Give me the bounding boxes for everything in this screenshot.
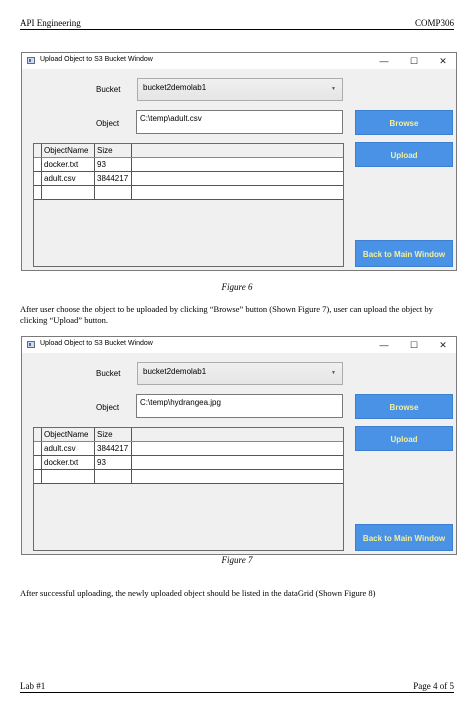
table-row[interactable]: adult.csv 3844217	[34, 171, 343, 186]
new-row-placeholder[interactable]	[34, 469, 343, 484]
app-icon	[27, 57, 35, 64]
body-paragraph: After user choose the object to be uploa…	[20, 304, 433, 325]
window-title: Upload Object to S3 Bucket Window	[40, 340, 153, 347]
bucket-dropdown-value: bucket2demolab1	[143, 367, 207, 376]
back-to-main-window-button[interactable]: Back to Main Window	[355, 524, 453, 551]
figure-caption: Figure 7	[221, 555, 253, 565]
table-row[interactable]: docker.txt 93	[34, 455, 343, 470]
footer-lab-number: Lab #1	[20, 681, 46, 691]
table-row[interactable]: docker.txt 93	[34, 157, 343, 172]
object-path-input[interactable]: C:\temp\hydrangea.jpg	[136, 394, 343, 418]
upload-button[interactable]: Upload	[355, 426, 453, 451]
objects-datagrid[interactable]: ObjectName Size docker.txt 93 adult.csv …	[33, 143, 344, 267]
browse-button[interactable]: Browse	[355, 394, 453, 419]
body-paragraph: After successful uploading, the newly up…	[20, 588, 376, 598]
filler-cell	[131, 157, 343, 172]
row-header-cell	[34, 171, 42, 186]
size-cell[interactable]: 3844217	[94, 171, 132, 186]
row-header-cell	[34, 185, 42, 200]
bucket-dropdown[interactable]: bucket2demolab1 ▼	[137, 78, 343, 101]
row-header-cell	[34, 144, 42, 158]
header-course-name: API Engineering	[20, 18, 81, 28]
header-course-code: COMP306	[414, 18, 454, 28]
column-header-objectname[interactable]: ObjectName	[41, 428, 95, 442]
window-titlebar: Upload Object to S3 Bucket Window — ☐ ✕	[22, 53, 456, 69]
object-label: Object	[96, 403, 120, 412]
back-to-main-window-button[interactable]: Back to Main Window	[355, 240, 453, 267]
close-icon[interactable]: ✕	[430, 337, 456, 353]
bucket-label: Bucket	[96, 369, 121, 378]
row-header-cell	[34, 428, 42, 442]
column-header-size[interactable]: Size	[94, 428, 132, 442]
bucket-dropdown[interactable]: bucket2demolab1 ▼	[137, 362, 343, 385]
size-cell[interactable]: 3844217	[94, 441, 132, 456]
column-header-filler	[131, 144, 343, 158]
app-icon	[27, 341, 35, 348]
minimize-icon[interactable]: —	[371, 337, 397, 353]
minimize-icon[interactable]: —	[371, 53, 397, 69]
size-cell[interactable]: 93	[94, 157, 132, 172]
column-header-objectname[interactable]: ObjectName	[41, 144, 95, 158]
column-header-size[interactable]: Size	[94, 144, 132, 158]
chevron-down-icon: ▼	[331, 370, 336, 376]
window-title: Upload Object to S3 Bucket Window	[40, 56, 153, 63]
objectname-cell[interactable]: adult.csv	[41, 171, 95, 186]
bucket-label: Bucket	[96, 85, 121, 94]
footer-page-number: Page 4 of 5	[413, 681, 454, 691]
filler-cell	[131, 455, 343, 470]
objectname-cell[interactable]: docker.txt	[41, 455, 95, 470]
row-header-cell	[34, 455, 42, 470]
page-header: API Engineering COMP306	[20, 18, 454, 30]
browse-button[interactable]: Browse	[355, 110, 453, 135]
close-icon[interactable]: ✕	[430, 53, 456, 69]
objects-datagrid[interactable]: ObjectName Size adult.csv 3844217 docker…	[33, 427, 344, 551]
upload-window-figure7: Upload Object to S3 Bucket Window — ☐ ✕ …	[21, 336, 457, 555]
bucket-dropdown-value: bucket2demolab1	[143, 83, 207, 92]
chevron-down-icon: ▼	[331, 86, 336, 92]
upload-window-figure6: Upload Object to S3 Bucket Window — ☐ ✕ …	[21, 52, 457, 271]
column-header-filler	[131, 428, 343, 442]
row-header-cell	[34, 157, 42, 172]
objectname-cell[interactable]: adult.csv	[41, 441, 95, 456]
page-footer: Lab #1 Page 4 of 5	[20, 681, 454, 693]
object-path-input[interactable]: C:\temp\adult.csv	[136, 110, 343, 134]
object-label: Object	[96, 119, 120, 128]
filler-cell	[131, 441, 343, 456]
maximize-icon[interactable]: ☐	[401, 337, 427, 353]
table-row[interactable]: adult.csv 3844217	[34, 441, 343, 456]
objectname-cell[interactable]	[41, 469, 95, 484]
new-row-placeholder[interactable]	[34, 185, 343, 200]
filler-cell	[131, 171, 343, 186]
filler-cell	[131, 469, 343, 484]
window-titlebar: Upload Object to S3 Bucket Window — ☐ ✕	[22, 337, 456, 353]
maximize-icon[interactable]: ☐	[401, 53, 427, 69]
size-cell[interactable]	[94, 469, 132, 484]
objectname-cell[interactable]	[41, 185, 95, 200]
size-cell[interactable]: 93	[94, 455, 132, 470]
size-cell[interactable]	[94, 185, 132, 200]
row-header-cell	[34, 441, 42, 456]
row-header-cell	[34, 469, 42, 484]
upload-button[interactable]: Upload	[355, 142, 453, 167]
objectname-cell[interactable]: docker.txt	[41, 157, 95, 172]
figure-caption: Figure 6	[221, 282, 253, 292]
filler-cell	[131, 185, 343, 200]
